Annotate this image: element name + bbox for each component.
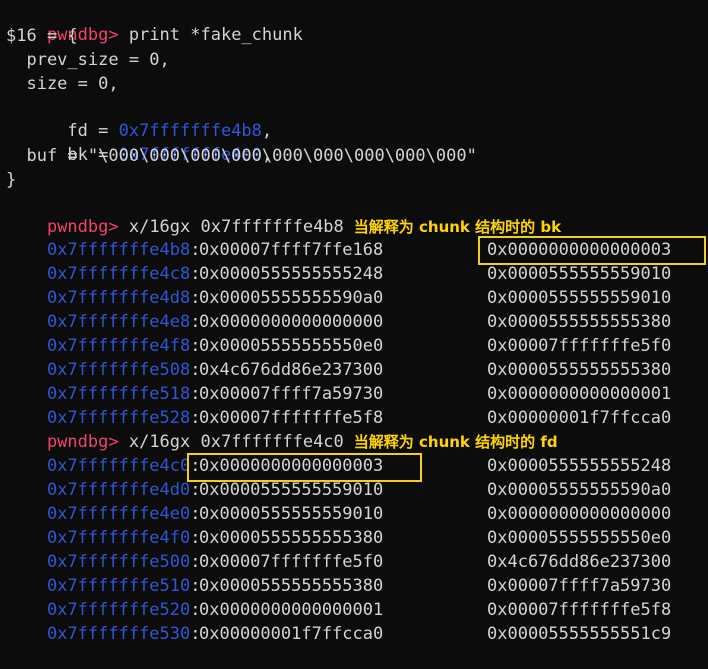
memory-value: 0x0000555555559010 bbox=[487, 288, 672, 308]
memory-value: 0x0000555555555380 bbox=[487, 312, 672, 332]
memory-value: 0x00007fffffffe5f8 bbox=[487, 600, 672, 620]
memory-row: 0x7fffffffe4b8: 0x00007ffff7ffe168 0x00000… bbox=[46, 240, 672, 260]
memory-row: 0x7fffffffe518: 0x00007ffff7a59730 0x00000… bbox=[46, 384, 672, 404]
memory-row: 0x7fffffffe4f0: 0x0000555555555380 0x00005… bbox=[46, 528, 672, 548]
memory-value: 0x0000000000000003 bbox=[199, 456, 384, 476]
memory-value: 0x0000555555555380 bbox=[199, 576, 384, 596]
memory-value: 0x0000555555555248 bbox=[199, 264, 384, 284]
memory-value: 0x00007ffff7a59730 bbox=[199, 384, 384, 404]
struct-bk: bk = 0x7fffffffe4c0, bbox=[6, 121, 272, 165]
memory-value: 0x0000555555555248 bbox=[487, 456, 672, 476]
struct-header: $16 = { bbox=[6, 26, 78, 46]
print-command-line: pwndbg> print *fake_chunk bbox=[6, 1, 303, 45]
memory-value: 0x00005555555590a0 bbox=[199, 288, 384, 308]
memory-row: 0x7fffffffe4f8: 0x00005555555550e0 0x00007… bbox=[46, 336, 672, 356]
memory-row: 0x7fffffffe528: 0x00007fffffffe5f8 0x00000… bbox=[46, 408, 672, 428]
struct-buf: buf = "\000\000\000\000\000\000\000\000\… bbox=[6, 146, 477, 166]
memory-value: 0x0000000000000001 bbox=[199, 600, 384, 620]
memory-row: 0x7fffffffe4c8: 0x0000555555555248 0x00005… bbox=[46, 264, 672, 284]
memory-value: 0x0000000000000003 bbox=[487, 240, 672, 260]
annotation-bk: 当解释为 chunk 结构时的 bk bbox=[353, 218, 562, 236]
memory-row: 0x7fffffffe4c0: 0x0000000000000003 0x00005… bbox=[46, 456, 672, 476]
memory-value: 0x0000555555559010 bbox=[199, 504, 384, 524]
memory-value: 0x00005555555551c9 bbox=[487, 624, 672, 644]
memory-value: 0x00005555555550e0 bbox=[487, 528, 672, 548]
struct-size: size = 0, bbox=[6, 74, 119, 94]
struct-close: } bbox=[6, 170, 17, 190]
terminal-window[interactable]: pwndbg> print *fake_chunk $16 = { prev_s… bbox=[0, 0, 708, 644]
memory-value: 0x4c676dd86e237300 bbox=[199, 360, 384, 380]
memory-value: 0x4c676dd86e237300 bbox=[487, 552, 672, 572]
dump2-command-line: pwndbg> x/16gx 0x7fffffffe4c0 当解释为 chunk … bbox=[6, 408, 558, 452]
command-text: print *fake_chunk bbox=[118, 25, 303, 45]
memory-row: 0x7fffffffe4e0: 0x0000555555559010 0x00000… bbox=[46, 504, 672, 524]
memory-value: 0x0000000000000000 bbox=[487, 504, 672, 524]
memory-value: 0x0000000000000001 bbox=[487, 384, 672, 404]
memory-value: 0x00005555555550e0 bbox=[199, 336, 384, 356]
struct-prev-size: prev_size = 0, bbox=[6, 50, 170, 70]
memory-row: 0x7fffffffe4d8: 0x00005555555590a0 0x00005… bbox=[46, 288, 672, 308]
memory-row: 0x7fffffffe508: 0x4c676dd86e237300 0x00005… bbox=[46, 360, 672, 380]
memory-value: 0x0000000000000000 bbox=[199, 312, 384, 332]
memory-row: 0x7fffffffe530: 0x00000001f7ffcca0 0x00005… bbox=[46, 624, 672, 644]
memory-row: 0x7fffffffe510: 0x0000555555555380 0x00007… bbox=[46, 576, 672, 596]
memory-value: 0x00000001f7ffcca0 bbox=[199, 624, 384, 644]
memory-value: 0x00007ffff7a59730 bbox=[487, 576, 672, 596]
memory-value: 0x00007ffff7ffe168 bbox=[199, 240, 384, 260]
memory-value-highlighted: 0x0000555555559010 bbox=[487, 264, 672, 284]
memory-row: 0x7fffffffe4e8: 0x0000000000000000 0x00005… bbox=[46, 312, 672, 332]
struct-fd: fd = 0x7fffffffe4b8, bbox=[6, 97, 272, 141]
dump1-command-line: pwndbg> x/16gx 0x7fffffffe4b8 当解释为 chunk … bbox=[6, 193, 561, 237]
memory-row: 0x7fffffffe4d0: 0x0000555555559010 0x00005… bbox=[46, 480, 672, 500]
memory-value: 0x00007fffffffe5f0 bbox=[487, 336, 672, 356]
memory-value: 0x0000555555555380 bbox=[199, 528, 384, 548]
memory-value-highlighted: 0x0000555555559010 bbox=[199, 480, 384, 500]
memory-row: 0x7fffffffe520: 0x0000000000000001 0x00007… bbox=[46, 600, 672, 620]
memory-address: 0x7fffffffe530 bbox=[46, 624, 191, 644]
memory-row: 0x7fffffffe500: 0x00007fffffffe5f0 0x4c676… bbox=[46, 552, 672, 572]
annotation-fd: 当解释为 chunk 结构时的 fd bbox=[353, 433, 558, 451]
memory-value: 0x0000555555555380 bbox=[487, 360, 672, 380]
memory-value: 0x00007fffffffe5f0 bbox=[199, 552, 384, 572]
memory-value: 0x00005555555590a0 bbox=[487, 480, 672, 500]
